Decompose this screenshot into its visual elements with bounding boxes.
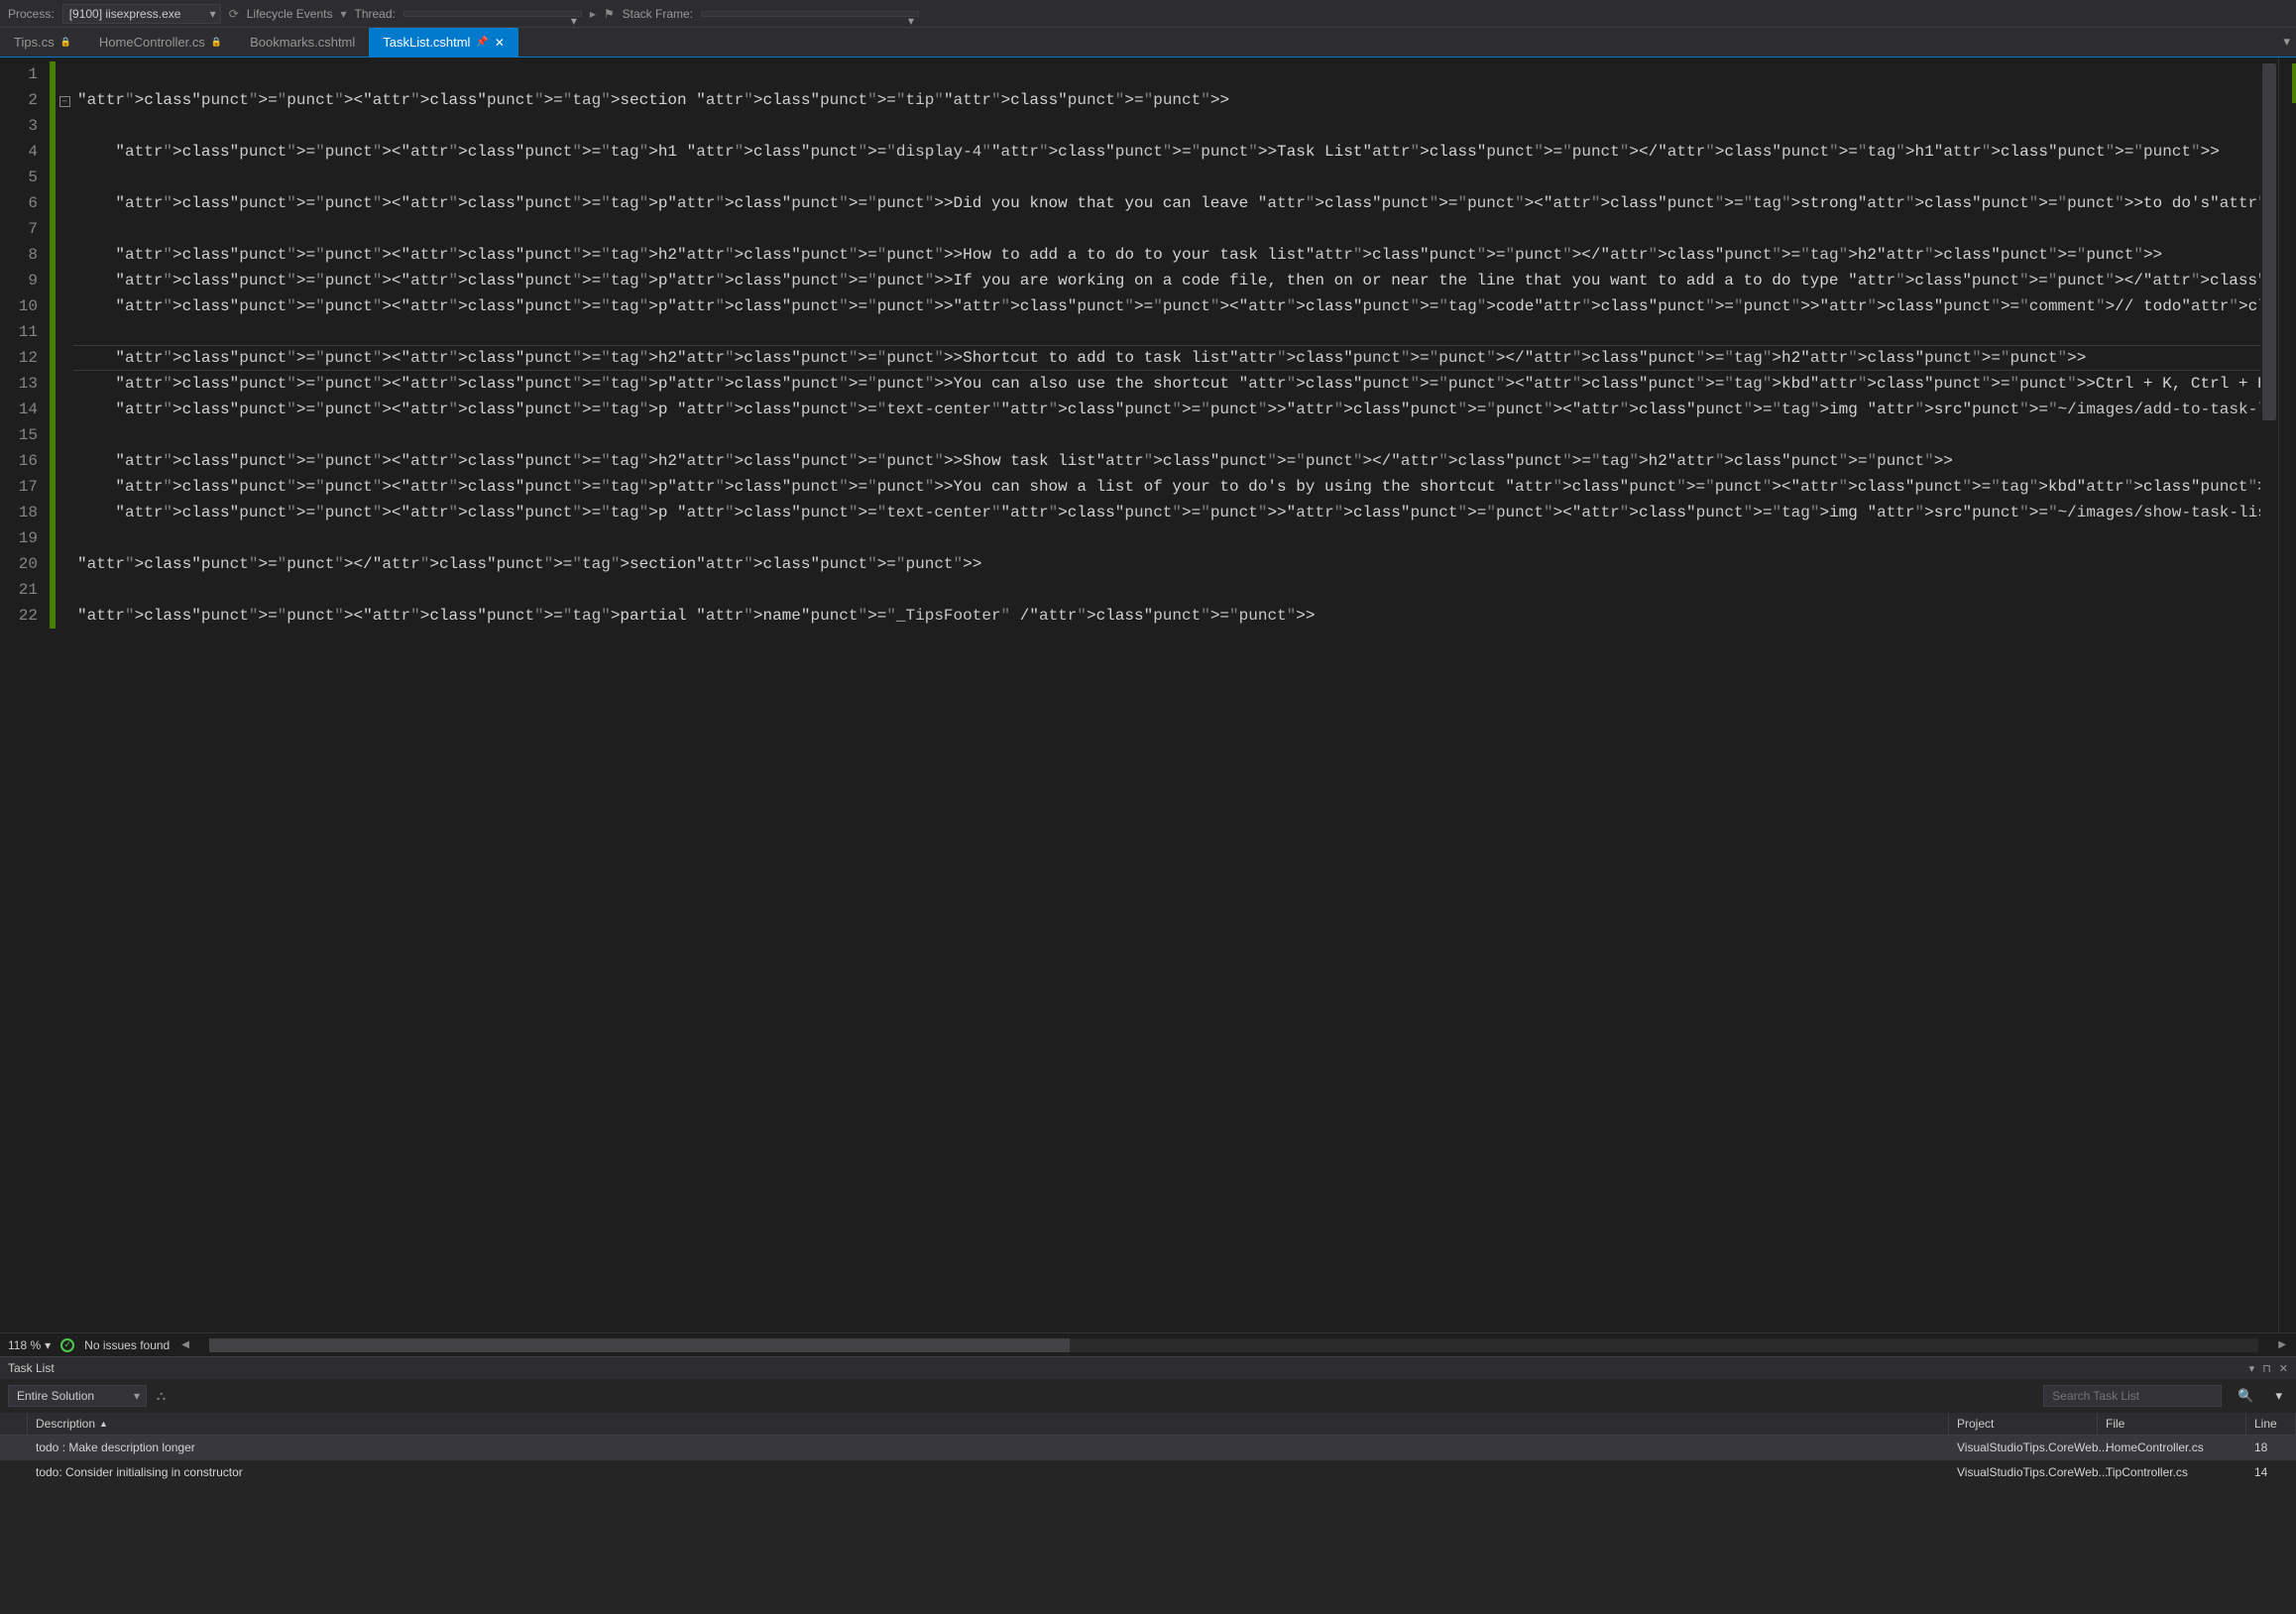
dropdown-icon[interactable]: ▾ bbox=[2249, 1362, 2255, 1375]
col-checkbox[interactable] bbox=[0, 1413, 28, 1435]
col-description[interactable]: Description ▲ bbox=[28, 1413, 1949, 1435]
check-icon: ✓ bbox=[60, 1338, 74, 1352]
search-icon[interactable]: 🔍 bbox=[2232, 1388, 2259, 1404]
chevron-down-icon: ▾ bbox=[45, 1338, 51, 1352]
grid-header[interactable]: Description ▲ Project File Line bbox=[0, 1413, 2296, 1436]
scrollbar-horizontal[interactable] bbox=[209, 1338, 2258, 1352]
lock-icon: 🔒 bbox=[60, 37, 71, 48]
panel-header: Task List ▾ ⊓ ✕ bbox=[0, 1357, 2296, 1379]
code-area[interactable]: "attr">class"punct">="punct"><"attr">cla… bbox=[73, 58, 2260, 1332]
stackframe-dropdown[interactable] bbox=[701, 11, 919, 17]
filter-icon[interactable]: ⛬ bbox=[157, 1388, 166, 1404]
col-project[interactable]: Project bbox=[1949, 1413, 2098, 1435]
scroll-right-icon[interactable]: ▶ bbox=[2276, 1339, 2288, 1350]
line-numbers: 12345678910111213141516171819202122 bbox=[0, 58, 50, 1332]
lifecycle-dd-icon[interactable]: ▾ bbox=[340, 7, 346, 21]
tab-label: TaskList.cshtml bbox=[383, 35, 470, 50]
pin-icon[interactable]: 📌 bbox=[476, 37, 488, 48]
tab-homecontroller[interactable]: HomeController.cs 🔒 bbox=[85, 28, 236, 57]
search-input[interactable] bbox=[2043, 1385, 2222, 1407]
stackframe-label: Stack Frame: bbox=[623, 7, 693, 21]
editor-tabs: Tips.cs 🔒 HomeController.cs 🔒 Bookmarks.… bbox=[0, 28, 2296, 58]
process-label: Process: bbox=[8, 7, 55, 21]
editor-status-bar: 118 % ▾ ✓ No issues found ◀ ▶ bbox=[0, 1332, 2296, 1356]
fold-box-icon[interactable]: − bbox=[59, 96, 70, 107]
grid-body: todo : Make description longerVisualStud… bbox=[0, 1436, 2296, 1614]
refresh-icon[interactable]: ⟳ bbox=[229, 7, 239, 21]
issues-text: No issues found bbox=[84, 1338, 170, 1352]
thread-flag-icon[interactable]: ⚑ bbox=[604, 7, 615, 21]
scroll-left-icon[interactable]: ◀ bbox=[179, 1339, 191, 1350]
pin-icon[interactable]: ⊓ bbox=[2262, 1362, 2271, 1375]
debug-toolbar: Process: [9100] iisexpress.exe ⟳ Lifecyc… bbox=[0, 0, 2296, 28]
sort-asc-icon: ▲ bbox=[99, 1419, 108, 1429]
thread-dropdown[interactable] bbox=[403, 11, 582, 17]
lifecycle-label: Lifecycle Events bbox=[247, 7, 333, 21]
search-dd-icon[interactable]: ▾ bbox=[2269, 1388, 2288, 1404]
tab-overflow-icon[interactable]: ▾ bbox=[2277, 28, 2296, 57]
scope-dropdown[interactable]: Entire Solution bbox=[8, 1385, 147, 1407]
close-icon[interactable]: ✕ bbox=[2279, 1362, 2288, 1375]
scrollbar-vertical[interactable] bbox=[2260, 58, 2278, 1332]
code-editor[interactable]: 12345678910111213141516171819202122 − "a… bbox=[0, 58, 2296, 1332]
tasklist-panel: Task List ▾ ⊓ ✕ Entire Solution ⛬ 🔍 ▾ De… bbox=[0, 1356, 2296, 1614]
panel-title: Task List bbox=[8, 1361, 2241, 1375]
panel-toolbar: Entire Solution ⛬ 🔍 ▾ bbox=[0, 1379, 2296, 1413]
tab-tips[interactable]: Tips.cs 🔒 bbox=[0, 28, 85, 57]
thread-label: Thread: bbox=[355, 7, 396, 21]
lock-icon: 🔒 bbox=[211, 37, 222, 48]
tab-label: HomeController.cs bbox=[99, 35, 205, 50]
close-icon[interactable]: ✕ bbox=[495, 36, 505, 50]
thread-nav-icon[interactable]: ▸ bbox=[590, 7, 596, 21]
table-row[interactable]: todo: Consider initialising in construct… bbox=[0, 1460, 2296, 1485]
fold-gutter[interactable]: − bbox=[56, 58, 73, 1332]
tab-label: Tips.cs bbox=[14, 35, 55, 50]
tab-tasklist[interactable]: TaskList.cshtml 📌 ✕ bbox=[369, 28, 518, 57]
zoom-dropdown[interactable]: 118 % ▾ bbox=[8, 1338, 51, 1352]
change-indicator bbox=[50, 58, 56, 1332]
overview-ruler bbox=[2278, 58, 2296, 1332]
table-row[interactable]: todo : Make description longerVisualStud… bbox=[0, 1436, 2296, 1460]
process-dropdown[interactable]: [9100] iisexpress.exe bbox=[62, 4, 221, 24]
col-line[interactable]: Line bbox=[2246, 1413, 2296, 1435]
col-file[interactable]: File bbox=[2098, 1413, 2246, 1435]
tab-bookmarks[interactable]: Bookmarks.cshtml bbox=[236, 28, 369, 57]
tab-label: Bookmarks.cshtml bbox=[250, 35, 355, 50]
